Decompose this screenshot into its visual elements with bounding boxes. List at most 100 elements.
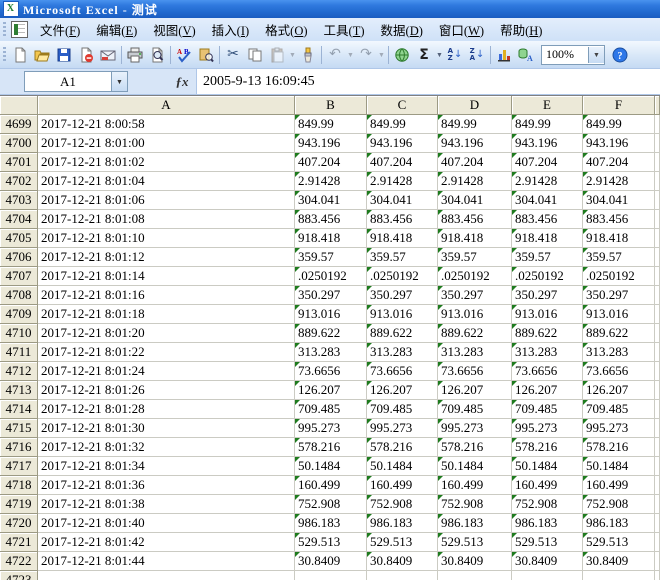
row-header-4718[interactable]: 4718 — [0, 476, 38, 495]
new-document-button[interactable] — [9, 44, 31, 66]
menu-T[interactable]: 工具(T) — [316, 18, 373, 41]
cell-E4702[interactable]: 2.91428 — [512, 172, 583, 191]
cell-F4718[interactable]: 160.499 — [583, 476, 655, 495]
cell-B4708[interactable]: 350.297 — [295, 286, 367, 305]
row-header-4708[interactable]: 4708 — [0, 286, 38, 305]
cell-D4713[interactable]: 126.207 — [438, 381, 512, 400]
cell-filler[interactable] — [655, 419, 660, 438]
cell-A4706[interactable]: 2017-12-21 8:01:12 — [38, 248, 295, 267]
row-header-4715[interactable]: 4715 — [0, 419, 38, 438]
toolbar-drag-handle[interactable] — [3, 47, 6, 63]
cell-F4711[interactable]: 313.283 — [583, 343, 655, 362]
cell-A4700[interactable]: 2017-12-21 8:01:00 — [38, 134, 295, 153]
cell-F4723[interactable] — [583, 571, 655, 580]
cell-C4716[interactable]: 578.216 — [367, 438, 438, 457]
cell-E4713[interactable]: 126.207 — [512, 381, 583, 400]
cell-D4714[interactable]: 709.485 — [438, 400, 512, 419]
cell-E4707[interactable]: .0250192 — [512, 267, 583, 286]
cell-D4723[interactable] — [438, 571, 512, 580]
cell-filler[interactable] — [655, 476, 660, 495]
cell-B4703[interactable]: 304.041 — [295, 191, 367, 210]
cell-filler[interactable] — [655, 153, 660, 172]
cell-E4706[interactable]: 359.57 — [512, 248, 583, 267]
cell-F4722[interactable]: 30.8409 — [583, 552, 655, 571]
cell-B4721[interactable]: 529.513 — [295, 533, 367, 552]
cell-E4717[interactable]: 50.1484 — [512, 457, 583, 476]
cell-filler[interactable] — [655, 324, 660, 343]
cell-A4703[interactable]: 2017-12-21 8:01:06 — [38, 191, 295, 210]
print-button[interactable] — [124, 44, 146, 66]
cell-D4702[interactable]: 2.91428 — [438, 172, 512, 191]
cell-F4700[interactable]: 943.196 — [583, 134, 655, 153]
chart-wizard-button[interactable] — [493, 44, 515, 66]
copy-button[interactable] — [244, 44, 266, 66]
row-header-4705[interactable]: 4705 — [0, 229, 38, 248]
cell-filler[interactable] — [655, 571, 660, 580]
cell-F4701[interactable]: 407.204 — [583, 153, 655, 172]
cell-E4720[interactable]: 986.183 — [512, 514, 583, 533]
row-header-4723[interactable]: 4723 — [0, 571, 38, 580]
row-header-4709[interactable]: 4709 — [0, 305, 38, 324]
row-header-4700[interactable]: 4700 — [0, 134, 38, 153]
cell-C4720[interactable]: 986.183 — [367, 514, 438, 533]
cut-button[interactable]: ✂ — [222, 44, 244, 66]
cell-F4704[interactable]: 883.456 — [583, 210, 655, 229]
cell-F4719[interactable]: 752.908 — [583, 495, 655, 514]
row-header-4702[interactable]: 4702 — [0, 172, 38, 191]
cell-A4712[interactable]: 2017-12-21 8:01:24 — [38, 362, 295, 381]
cell-B4712[interactable]: 73.6656 — [295, 362, 367, 381]
cell-F4703[interactable]: 304.041 — [583, 191, 655, 210]
name-box-dropdown-icon[interactable]: ▼ — [111, 71, 128, 92]
cell-A4709[interactable]: 2017-12-21 8:01:18 — [38, 305, 295, 324]
cell-B4723[interactable] — [295, 571, 367, 580]
undo-options-dropdown-icon[interactable]: ▼ — [346, 44, 355, 66]
menu-H[interactable]: 帮助(H) — [492, 18, 550, 41]
cell-E4711[interactable]: 313.283 — [512, 343, 583, 362]
row-header-4716[interactable]: 4716 — [0, 438, 38, 457]
cell-C4705[interactable]: 918.418 — [367, 229, 438, 248]
cell-B4711[interactable]: 313.283 — [295, 343, 367, 362]
cell-E4708[interactable]: 350.297 — [512, 286, 583, 305]
cell-F4716[interactable]: 578.216 — [583, 438, 655, 457]
cell-D4707[interactable]: .0250192 — [438, 267, 512, 286]
cell-E4715[interactable]: 995.273 — [512, 419, 583, 438]
cell-F4713[interactable]: 126.207 — [583, 381, 655, 400]
row-header-4721[interactable]: 4721 — [0, 533, 38, 552]
cell-filler[interactable] — [655, 438, 660, 457]
cell-D4718[interactable]: 160.499 — [438, 476, 512, 495]
cell-E4703[interactable]: 304.041 — [512, 191, 583, 210]
cell-F4710[interactable]: 889.622 — [583, 324, 655, 343]
hyperlink-button[interactable] — [391, 44, 413, 66]
format-painter-button[interactable] — [297, 44, 319, 66]
cell-E4710[interactable]: 889.622 — [512, 324, 583, 343]
drawing-button[interactable]: A — [515, 44, 537, 66]
help-button[interactable]: ? — [609, 44, 631, 66]
paste-button[interactable] — [266, 44, 288, 66]
cell-E4704[interactable]: 883.456 — [512, 210, 583, 229]
row-header-4714[interactable]: 4714 — [0, 400, 38, 419]
cell-A4715[interactable]: 2017-12-21 8:01:30 — [38, 419, 295, 438]
permission-button[interactable] — [75, 44, 97, 66]
cell-A4722[interactable]: 2017-12-21 8:01:44 — [38, 552, 295, 571]
cell-filler[interactable] — [655, 134, 660, 153]
sort-ascending-button[interactable]: AZ↓ — [444, 44, 466, 66]
cell-filler[interactable] — [655, 210, 660, 229]
cell-F4707[interactable]: .0250192 — [583, 267, 655, 286]
sort-descending-button[interactable]: ZA↓ — [466, 44, 488, 66]
zoom-combobox[interactable]: 100%▼ — [541, 45, 605, 65]
cell-F4705[interactable]: 918.418 — [583, 229, 655, 248]
cell-E4699[interactable]: 849.99 — [512, 115, 583, 134]
cell-F4706[interactable]: 359.57 — [583, 248, 655, 267]
cell-F4715[interactable]: 995.273 — [583, 419, 655, 438]
cell-filler[interactable] — [655, 286, 660, 305]
cell-F4709[interactable]: 913.016 — [583, 305, 655, 324]
cell-A4714[interactable]: 2017-12-21 8:01:28 — [38, 400, 295, 419]
cell-A4699[interactable]: 2017-12-21 8:00:58 — [38, 115, 295, 134]
cell-A4711[interactable]: 2017-12-21 8:01:22 — [38, 343, 295, 362]
menu-V[interactable]: 视图(V) — [145, 18, 203, 41]
cell-B4720[interactable]: 986.183 — [295, 514, 367, 533]
cell-A4710[interactable]: 2017-12-21 8:01:20 — [38, 324, 295, 343]
cell-filler[interactable] — [655, 191, 660, 210]
cell-F4720[interactable]: 986.183 — [583, 514, 655, 533]
name-box[interactable]: A1 — [24, 71, 111, 92]
